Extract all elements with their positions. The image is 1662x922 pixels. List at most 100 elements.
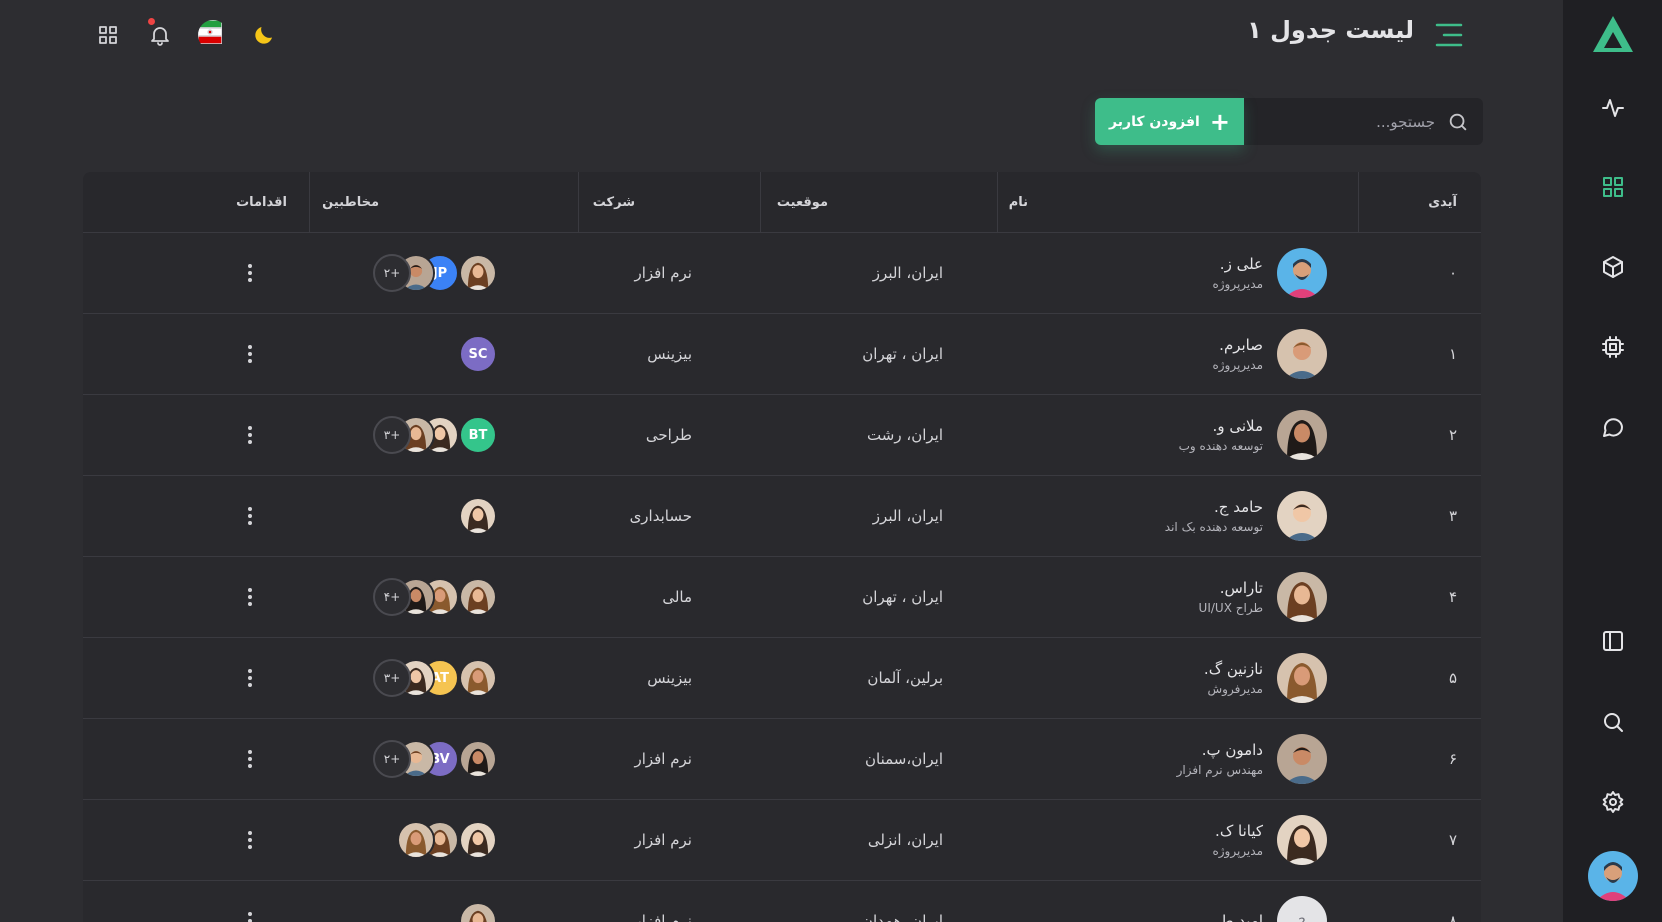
audience-stack xyxy=(397,800,497,880)
user-avatar[interactable]: ? xyxy=(1277,896,1327,922)
table-row[interactable]: ۳ حامد ج. توسعه دهنده بک اند ایران، البرز حس… xyxy=(83,476,1481,557)
row-id: ۶ xyxy=(1448,750,1457,768)
user-name[interactable]: صابرم. xyxy=(1219,334,1263,356)
user-name-cell: علی ز. مدیرپروژه xyxy=(1212,233,1263,313)
user-name-cell: کیانا ک. مدیرپروژه xyxy=(1212,800,1263,880)
user-name[interactable]: نازنین گ. xyxy=(1204,658,1263,680)
table-row[interactable]: ۵ نازنین گ. مدیرفروش برلین، آلمان بیزینس AT +۳ xyxy=(83,638,1481,719)
audience-stack: BT +۳ xyxy=(373,395,497,475)
row-id: ۸ xyxy=(1448,912,1457,922)
user-avatar[interactable] xyxy=(1587,851,1638,901)
audience-more-badge[interactable]: +۳ xyxy=(373,416,411,454)
plus-icon: + xyxy=(1209,107,1230,136)
notifications-button[interactable] xyxy=(143,18,177,52)
user-avatar[interactable] xyxy=(1277,815,1327,865)
header-name[interactable]: نام xyxy=(1009,172,1028,233)
row-actions-button[interactable] xyxy=(240,314,260,394)
audience-avatar[interactable] xyxy=(459,902,497,922)
audience-avatar[interactable] xyxy=(459,578,497,616)
user-avatar[interactable] xyxy=(1277,491,1327,541)
row-actions-button[interactable] xyxy=(240,395,260,475)
search-input[interactable] xyxy=(1285,112,1435,131)
menu-toggle-icon[interactable] xyxy=(1434,20,1464,50)
header-location[interactable]: موقعیت xyxy=(777,172,828,233)
user-name-cell: دامون پ. مهندس نرم افزار xyxy=(1177,719,1263,799)
user-avatar[interactable] xyxy=(1277,410,1327,460)
search-icon[interactable] xyxy=(1593,702,1633,742)
user-company: بیزینس xyxy=(647,669,692,687)
table-row[interactable]: ۲ ملانی و. توسعه دهنده وب ایران، رشت طراحی BT… xyxy=(83,395,1481,476)
add-user-button[interactable]: + افزودن کاربر xyxy=(1095,98,1244,145)
user-name[interactable]: تاراس. xyxy=(1220,577,1263,599)
row-actions-button[interactable] xyxy=(240,881,260,922)
row-id: ۳ xyxy=(1448,507,1457,525)
user-name[interactable]: دامون پ. xyxy=(1202,739,1263,761)
svg-text:?: ? xyxy=(1298,916,1305,922)
more-vertical-icon xyxy=(248,345,252,363)
audience-more-badge[interactable]: +۳ xyxy=(373,659,411,697)
user-name[interactable]: امید ط. xyxy=(1215,910,1263,922)
header-audience[interactable]: مخاطبین xyxy=(322,172,379,233)
table-row[interactable]: ۱ صابرم. مدیرپروژه ایران ، تهران بیزینس SC xyxy=(83,314,1481,395)
audience-stack xyxy=(459,476,497,556)
audience-more-badge[interactable]: +۲ xyxy=(373,254,411,292)
user-role: توسعه دهنده بک اند xyxy=(1164,520,1263,534)
table-row[interactable]: ۴ تاراس. طراح UI/UX ایران ، تهران مالی +۴ xyxy=(83,557,1481,638)
message-icon[interactable] xyxy=(1593,407,1633,447)
user-avatar[interactable] xyxy=(1277,572,1327,622)
row-actions-button[interactable] xyxy=(240,233,260,313)
audience-avatar[interactable] xyxy=(459,821,497,859)
audience-stack: JP +۲ xyxy=(373,233,497,313)
table-row[interactable]: ۸? امید ط. ایران، همدان نرم افزار xyxy=(83,881,1481,922)
box-icon[interactable] xyxy=(1593,247,1633,287)
audience-avatar[interactable] xyxy=(459,740,497,778)
table-row[interactable]: ۰ علی ز. مدیرپروژه ایران، البرز نرم افزار JP +… xyxy=(83,233,1481,314)
settings-icon[interactable] xyxy=(1593,782,1633,822)
user-avatar[interactable] xyxy=(1277,248,1327,298)
language-flag[interactable] xyxy=(196,18,230,52)
audience-avatar[interactable] xyxy=(459,659,497,697)
audience-more-badge[interactable]: +۴ xyxy=(373,578,411,616)
header-company[interactable]: شرکت xyxy=(593,172,635,233)
user-name[interactable]: حامد ج. xyxy=(1214,496,1263,518)
user-avatar[interactable] xyxy=(1277,734,1327,784)
audience-avatar[interactable] xyxy=(459,254,497,292)
row-actions-button[interactable] xyxy=(240,638,260,718)
audience-initials[interactable]: SC xyxy=(459,335,497,373)
audience-avatar[interactable] xyxy=(397,821,435,859)
user-company: نرم افزار xyxy=(634,264,692,282)
user-location: ایران، رشت xyxy=(867,426,943,444)
row-actions-button[interactable] xyxy=(240,800,260,880)
cpu-icon[interactable] xyxy=(1593,327,1633,367)
moon-icon[interactable] xyxy=(247,18,281,52)
audience-more-badge[interactable]: +۲ xyxy=(373,740,411,778)
user-avatar[interactable] xyxy=(1277,329,1327,379)
row-actions-button[interactable] xyxy=(240,719,260,799)
user-name[interactable]: علی ز. xyxy=(1220,253,1263,275)
user-company: مالی xyxy=(662,588,692,606)
row-actions-button[interactable] xyxy=(240,557,260,637)
logo[interactable] xyxy=(1591,12,1635,56)
add-user-label: افزودن کاربر xyxy=(1109,113,1200,130)
user-name-cell: ملانی و. توسعه دهنده وب xyxy=(1179,395,1263,475)
row-actions-button[interactable] xyxy=(240,476,260,556)
user-avatar[interactable] xyxy=(1277,653,1327,703)
more-vertical-icon xyxy=(248,912,252,922)
activity-icon[interactable] xyxy=(1593,88,1633,128)
more-vertical-icon xyxy=(248,588,252,606)
row-id: ۷ xyxy=(1448,831,1457,849)
user-name[interactable]: کیانا ک. xyxy=(1215,820,1263,842)
user-name[interactable]: ملانی و. xyxy=(1213,415,1263,437)
audience-initials[interactable]: BT xyxy=(459,416,497,454)
header-id[interactable]: آیدی xyxy=(1428,172,1457,233)
audience-stack: SC xyxy=(459,314,497,394)
row-id: ۲ xyxy=(1448,426,1457,444)
user-role: مدیرپروژه xyxy=(1212,844,1263,858)
table-row[interactable]: ۶ دامون پ. مهندس نرم افزار ایران،سمنان نرم ا… xyxy=(83,719,1481,800)
grid-icon[interactable] xyxy=(1593,167,1633,207)
apps-grid-icon[interactable] xyxy=(91,18,125,52)
table-row[interactable]: ۷ کیانا ک. مدیرپروژه ایران، انزلی نرم افزار xyxy=(83,800,1481,881)
audience-avatar[interactable] xyxy=(459,497,497,535)
sidebar-toggle-icon[interactable] xyxy=(1593,621,1633,661)
user-name-cell: حامد ج. توسعه دهنده بک اند xyxy=(1165,476,1263,556)
